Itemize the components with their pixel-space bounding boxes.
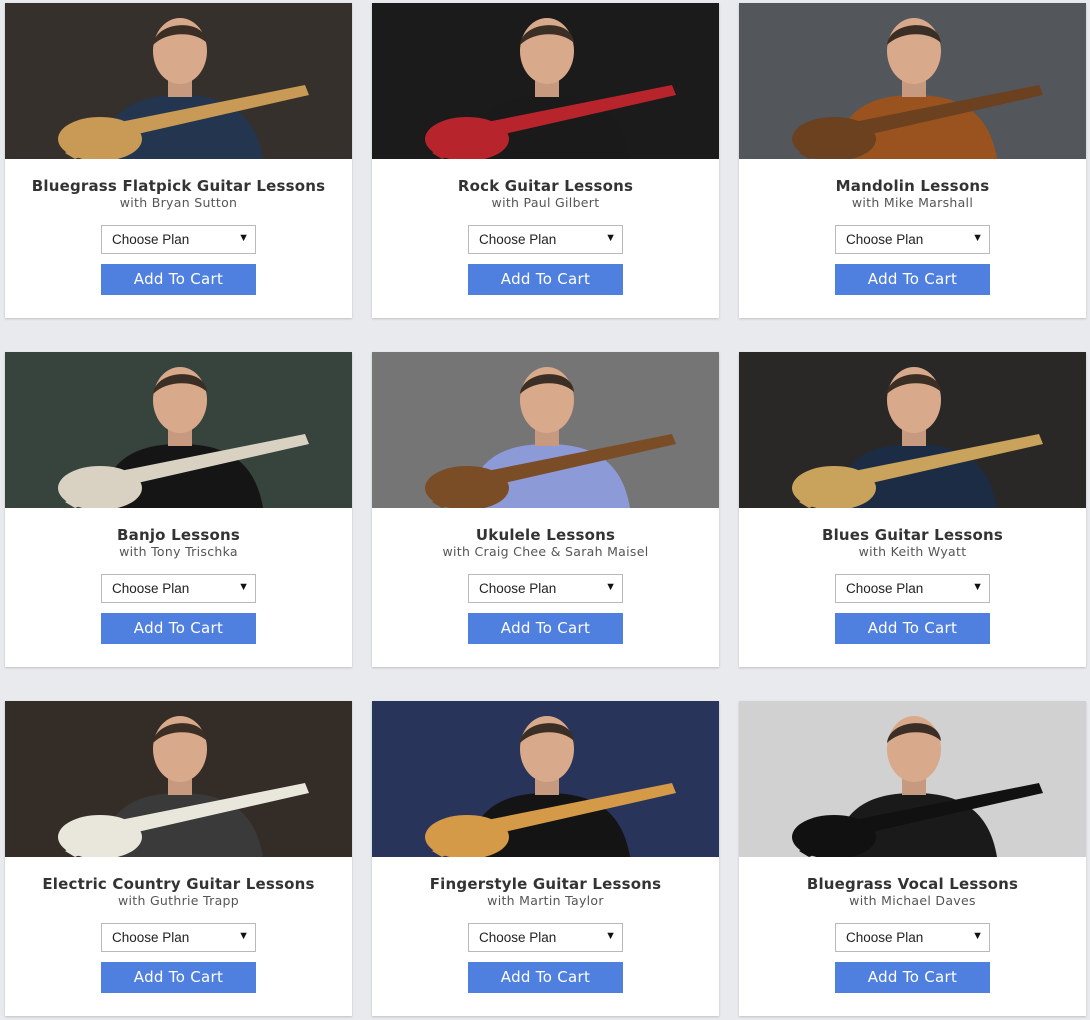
product-photo[interactable] bbox=[5, 352, 352, 508]
product-title[interactable]: Ukulele Lessons bbox=[372, 526, 719, 544]
product-title[interactable]: Fingerstyle Guitar Lessons bbox=[372, 875, 719, 893]
add-to-cart-button[interactable]: Add To Cart bbox=[835, 613, 990, 644]
add-to-cart-button[interactable]: Add To Cart bbox=[101, 613, 256, 644]
plan-select-value: Choose Plan bbox=[479, 581, 557, 596]
electric-country-guitarist-photo bbox=[5, 701, 352, 857]
product-title[interactable]: Bluegrass Vocal Lessons bbox=[739, 875, 1086, 893]
product-title[interactable]: Bluegrass Flatpick Guitar Lessons bbox=[5, 177, 352, 195]
vocalist-microphone-photo bbox=[739, 701, 1086, 857]
guitarist-acoustic-photo bbox=[5, 3, 352, 159]
product-instructor: with Tony Trischka bbox=[119, 544, 238, 559]
plan-select-value: Choose Plan bbox=[112, 581, 190, 596]
caret-down-icon: ▼ bbox=[605, 232, 616, 244]
product-photo[interactable] bbox=[5, 701, 352, 857]
plan-select[interactable]: Choose Plan ▼ bbox=[101, 574, 256, 603]
instrument-body bbox=[58, 815, 142, 857]
instrument-body bbox=[425, 117, 509, 159]
caret-down-icon: ▼ bbox=[238, 581, 249, 593]
plan-select-value: Choose Plan bbox=[479, 232, 557, 247]
product-photo[interactable] bbox=[372, 352, 719, 508]
plan-select[interactable]: Choose Plan ▼ bbox=[835, 574, 990, 603]
product-card: Ukulele Lessons with Craig Chee & Sarah … bbox=[372, 352, 719, 667]
product-instructor: with Michael Daves bbox=[849, 893, 976, 908]
caret-down-icon: ▼ bbox=[605, 581, 616, 593]
product-title[interactable]: Mandolin Lessons bbox=[739, 177, 1086, 195]
plan-select-value: Choose Plan bbox=[846, 232, 924, 247]
product-instructor: with Guthrie Trapp bbox=[117, 893, 240, 908]
plan-select-value: Choose Plan bbox=[112, 930, 190, 945]
plan-select-value: Choose Plan bbox=[112, 232, 190, 247]
plan-select-value: Choose Plan bbox=[479, 930, 557, 945]
fingerstyle-guitarist-photo bbox=[372, 701, 719, 857]
add-to-cart-button[interactable]: Add To Cart bbox=[101, 264, 256, 295]
plan-select[interactable]: Choose Plan ▼ bbox=[468, 574, 623, 603]
add-to-cart-button[interactable]: Add To Cart bbox=[835, 264, 990, 295]
add-to-cart-button[interactable]: Add To Cart bbox=[835, 962, 990, 993]
plan-select[interactable]: Choose Plan ▼ bbox=[101, 923, 256, 952]
product-card: Mandolin Lessons with Mike Marshall Choo… bbox=[739, 3, 1086, 318]
product-card: Banjo Lessons with Tony Trischka Choose … bbox=[5, 352, 352, 667]
caret-down-icon: ▼ bbox=[605, 930, 616, 942]
caret-down-icon: ▼ bbox=[238, 930, 249, 942]
caret-down-icon: ▼ bbox=[972, 930, 983, 942]
product-title[interactable]: Banjo Lessons bbox=[5, 526, 352, 544]
instrument-body bbox=[792, 466, 876, 508]
product-instructor: with Martin Taylor bbox=[487, 893, 604, 908]
caret-down-icon: ▼ bbox=[238, 232, 249, 244]
product-instructor: with Craig Chee & Sarah Maisel bbox=[442, 544, 649, 559]
add-to-cart-button[interactable]: Add To Cart bbox=[468, 962, 623, 993]
add-to-cart-button[interactable]: Add To Cart bbox=[468, 613, 623, 644]
plan-select-value: Choose Plan bbox=[846, 581, 924, 596]
product-card: Bluegrass Vocal Lessons with Michael Dav… bbox=[739, 701, 1086, 1016]
blues-guitarist-photo bbox=[739, 352, 1086, 508]
product-card: Bluegrass Flatpick Guitar Lessons with B… bbox=[5, 3, 352, 318]
banjo-player-photo bbox=[5, 352, 352, 508]
add-to-cart-button[interactable]: Add To Cart bbox=[101, 962, 256, 993]
product-photo[interactable] bbox=[5, 3, 352, 159]
product-title[interactable]: Rock Guitar Lessons bbox=[372, 177, 719, 195]
product-instructor: with Keith Wyatt bbox=[858, 544, 967, 559]
mandolin-player-photo bbox=[739, 3, 1086, 159]
product-instructor: with Bryan Sutton bbox=[119, 195, 238, 210]
plan-select[interactable]: Choose Plan ▼ bbox=[835, 225, 990, 254]
product-card: Rock Guitar Lessons with Paul Gilbert Ch… bbox=[372, 3, 719, 318]
instrument-body bbox=[58, 117, 142, 159]
product-instructor: with Mike Marshall bbox=[851, 195, 974, 210]
plan-select[interactable]: Choose Plan ▼ bbox=[835, 923, 990, 952]
instrument-body bbox=[58, 466, 142, 508]
product-card: Fingerstyle Guitar Lessons with Martin T… bbox=[372, 701, 719, 1016]
product-grid: Bluegrass Flatpick Guitar Lessons with B… bbox=[0, 0, 1090, 1020]
product-title[interactable]: Electric Country Guitar Lessons bbox=[5, 875, 352, 893]
caret-down-icon: ▼ bbox=[972, 232, 983, 244]
product-photo[interactable] bbox=[372, 701, 719, 857]
instrument-body bbox=[792, 117, 876, 159]
instrument-body bbox=[425, 815, 509, 857]
instrument-body bbox=[425, 466, 509, 508]
product-card: Electric Country Guitar Lessons with Gut… bbox=[5, 701, 352, 1016]
plan-select[interactable]: Choose Plan ▼ bbox=[101, 225, 256, 254]
product-photo[interactable] bbox=[739, 352, 1086, 508]
instrument-body bbox=[792, 815, 876, 857]
plan-select[interactable]: Choose Plan ▼ bbox=[468, 225, 623, 254]
product-photo[interactable] bbox=[372, 3, 719, 159]
product-instructor: with Paul Gilbert bbox=[491, 195, 600, 210]
product-card: Blues Guitar Lessons with Keith Wyatt Ch… bbox=[739, 352, 1086, 667]
product-photo[interactable] bbox=[739, 3, 1086, 159]
rock-guitarist-amps-photo bbox=[372, 3, 719, 159]
ukulele-duo-photo bbox=[372, 352, 719, 508]
plan-select[interactable]: Choose Plan ▼ bbox=[468, 923, 623, 952]
add-to-cart-button[interactable]: Add To Cart bbox=[468, 264, 623, 295]
product-title[interactable]: Blues Guitar Lessons bbox=[739, 526, 1086, 544]
plan-select-value: Choose Plan bbox=[846, 930, 924, 945]
product-photo[interactable] bbox=[739, 701, 1086, 857]
caret-down-icon: ▼ bbox=[972, 581, 983, 593]
